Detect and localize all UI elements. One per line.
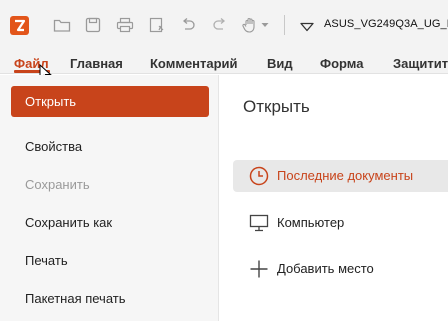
sidebar-item-open[interactable]: Открыть <box>11 86 209 117</box>
page-title: Открыть <box>243 97 310 116</box>
tab-form[interactable]: Форма <box>320 56 363 71</box>
location-computer[interactable]: Компьютер <box>233 207 448 239</box>
tab-protect[interactable]: Защитит <box>393 56 448 71</box>
tab-home[interactable]: Главная <box>70 56 123 71</box>
dropdown-arrow-icon[interactable] <box>259 15 271 35</box>
sidebar-item-label: Открыть <box>25 94 77 109</box>
title-bar: ASUS_VG249Q3A_UG_Ru <box>0 0 448 48</box>
location-label: Последние документы <box>277 168 414 183</box>
ribbon-tabs: Файл Главная Комментарий Вид Форма Защит… <box>0 48 448 74</box>
app-logo-icon[interactable] <box>10 16 29 35</box>
screenshot-icon[interactable] <box>147 15 167 35</box>
save-icon[interactable] <box>83 15 103 35</box>
location-label: Добавить место <box>277 261 374 276</box>
tab-view[interactable]: Вид <box>267 56 293 71</box>
open-folder-icon[interactable] <box>52 15 72 35</box>
file-menu-sidebar: Открыть Свойства Сохранить Сохранить как… <box>0 75 219 321</box>
print-icon[interactable] <box>115 15 135 35</box>
sidebar-item-properties[interactable]: Свойства <box>25 139 82 154</box>
location-add-place[interactable]: Добавить место <box>233 253 448 285</box>
undo-icon[interactable] <box>178 15 198 35</box>
hand-tool-icon[interactable] <box>240 15 260 35</box>
monitor-icon <box>249 213 269 233</box>
sidebar-item-save: Сохранить <box>25 177 90 192</box>
sidebar-item-print[interactable]: Печать <box>25 253 68 268</box>
tab-comment[interactable]: Комментарий <box>150 56 238 71</box>
toolbar-separator <box>284 15 285 35</box>
collapse-arrow-icon[interactable] <box>300 19 314 37</box>
location-recent-documents[interactable]: Последние документы <box>233 160 448 192</box>
sidebar-item-batch-print[interactable]: Пакетная печать <box>25 291 126 306</box>
location-label: Компьютер <box>277 215 345 230</box>
clock-icon <box>249 166 269 186</box>
document-title: ASUS_VG249Q3A_UG_Ru <box>324 18 448 30</box>
redo-icon[interactable] <box>210 15 230 35</box>
sidebar-item-save-as[interactable]: Сохранить как <box>25 215 112 230</box>
plus-icon <box>249 259 269 279</box>
